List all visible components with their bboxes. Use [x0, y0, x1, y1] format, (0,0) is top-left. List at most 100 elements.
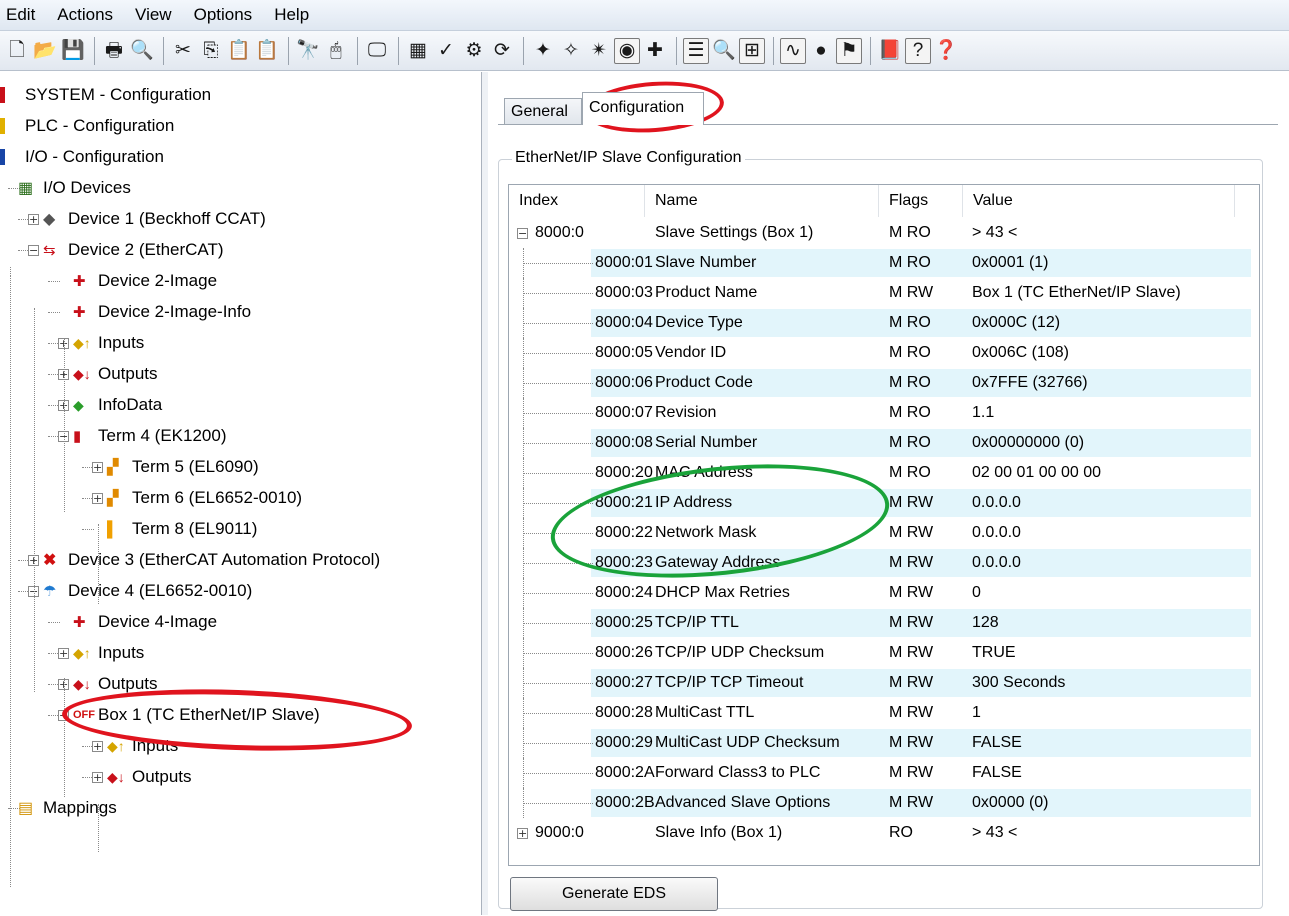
- generate-eds-button[interactable]: Generate EDS: [510, 877, 718, 911]
- tree-item[interactable]: ✚ Device 4-Image: [58, 607, 217, 637]
- tree-item[interactable]: SYSTEM - Configuration: [0, 80, 211, 110]
- table-row[interactable]: 8000:24 DHCP Max Retries M RW 0: [509, 578, 1259, 608]
- menu-help[interactable]: Help: [263, 0, 320, 30]
- menu-actions[interactable]: Actions: [46, 0, 124, 30]
- book-icon[interactable]: 📕: [877, 37, 903, 65]
- expand-icon[interactable]: +: [92, 771, 103, 783]
- tree-item[interactable]: ✚ Device 2-Image-Info: [58, 297, 251, 327]
- collapse-icon[interactable]: −: [28, 244, 39, 256]
- print-icon[interactable]: 🖶: [101, 37, 127, 65]
- expand-icon[interactable]: +: [92, 461, 103, 473]
- collapse-icon[interactable]: −: [517, 228, 528, 239]
- table-row[interactable]: 8000:20 MAC Address M RO 02 00 01 00 00 00: [509, 458, 1259, 488]
- generate-mappings-icon[interactable]: ▦: [405, 37, 431, 65]
- tab-general[interactable]: General: [504, 98, 582, 124]
- tree-item[interactable]: + ◆↓ Outputs: [58, 359, 158, 389]
- copy-icon[interactable]: ⎘: [198, 37, 224, 65]
- table-row[interactable]: 8000:01 Slave Number M RO 0x0001 (1): [509, 248, 1259, 278]
- expand-icon[interactable]: +: [92, 492, 103, 504]
- table-row[interactable]: 8000:2A Forward Class3 to PLC M RW FALSE: [509, 758, 1259, 788]
- table-row[interactable]: 8000:22 Network Mask M RW 0.0.0.0: [509, 518, 1259, 548]
- paste-with-links-icon[interactable]: 📋: [254, 37, 280, 65]
- tree-item[interactable]: + ▞ Term 6 (EL6652-0010): [92, 483, 302, 513]
- cell-name: Network Mask: [655, 524, 757, 541]
- help-topics-icon[interactable]: ❓: [933, 37, 959, 65]
- show-online-icon[interactable]: ◉: [614, 37, 640, 64]
- help-icon[interactable]: ?: [905, 37, 931, 64]
- table-row[interactable]: 8000:06 Product Code M RO 0x7FFE (32766): [509, 368, 1259, 398]
- new-icon[interactable]: 🗋: [4, 37, 30, 65]
- select-target-icon[interactable]: ✚: [642, 37, 668, 65]
- list-view-icon[interactable]: ☰: [683, 37, 709, 64]
- monitor-icon[interactable]: 🖵: [364, 37, 390, 65]
- table-row[interactable]: 8000:29 MultiCast UDP Checksum M RW FALSE: [509, 728, 1259, 758]
- oscilloscope-icon[interactable]: ∿: [780, 37, 806, 64]
- paste-icon[interactable]: 📋: [226, 37, 252, 65]
- table-row[interactable]: 8000:23 Gateway Address M RW 0.0.0.0: [509, 548, 1259, 578]
- find-icon[interactable]: 🔭: [295, 37, 321, 65]
- table-row[interactable]: 8000:08 Serial Number M RO 0x00000000 (0): [509, 428, 1259, 458]
- table-row[interactable]: 8000:07 Revision M RO 1.1: [509, 398, 1259, 428]
- save-icon[interactable]: 💾: [60, 37, 86, 65]
- tree-item[interactable]: − OFF Box 1 (TC EtherNet/IP Slave): [58, 700, 320, 730]
- expand-icon[interactable]: +: [28, 213, 39, 225]
- tree-item[interactable]: + ◆↓ Outputs: [92, 762, 192, 792]
- tree-item[interactable]: + ◆↑ Inputs: [58, 328, 144, 358]
- scan-devices-icon[interactable]: ✧: [558, 37, 584, 65]
- tree-item[interactable]: ▌ Term 8 (EL9011): [92, 514, 257, 544]
- toolbar-separator: [773, 36, 774, 65]
- force-icon[interactable]: ⚑: [836, 37, 862, 64]
- tree-item[interactable]: + ▞ Term 5 (EL6090): [92, 452, 259, 482]
- config-mode-icon[interactable]: ✦: [530, 37, 556, 65]
- print-preview-icon[interactable]: 🔍: [129, 37, 155, 65]
- menu-edit[interactable]: Edit: [0, 0, 46, 30]
- restart-icon[interactable]: ⟳: [489, 37, 515, 65]
- cut-icon[interactable]: ✂: [170, 37, 196, 65]
- tree-item[interactable]: + ◆↑ Inputs: [92, 731, 178, 761]
- expand-icon[interactable]: +: [58, 647, 69, 659]
- column-header-value[interactable]: Value: [963, 185, 1235, 217]
- table-row[interactable]: 8000:27 TCP/IP TCP Timeout M RW 300 Seconds: [509, 668, 1259, 698]
- tree-item[interactable]: ▦ I/O Devices: [18, 173, 131, 203]
- set-breakpoint-icon[interactable]: ●: [808, 37, 834, 65]
- tree-item[interactable]: ✚ Device 2-Image: [58, 266, 217, 296]
- tree-item[interactable]: + ◆↓ Outputs: [58, 669, 158, 699]
- show-sub-items-icon[interactable]: ⊞: [739, 37, 765, 64]
- table-row[interactable]: 8000:04 Device Type M RO 0x000C (12): [509, 308, 1259, 338]
- tree-item[interactable]: − ▮ Term 4 (EK1200): [58, 421, 227, 451]
- toggle-free-run-icon[interactable]: ✴: [586, 37, 612, 65]
- table-row[interactable]: 8000:03 Product Name M RW Box 1 (TC EtherNe…: [509, 278, 1259, 308]
- activate-configuration-icon[interactable]: ⚙: [461, 37, 487, 65]
- tree-item[interactable]: + ◆ InfoData: [58, 390, 162, 420]
- table-row[interactable]: 8000:26 TCP/IP UDP Checksum M RW TRUE: [509, 638, 1259, 668]
- open-icon[interactable]: 📂: [32, 37, 58, 65]
- column-header-name[interactable]: Name: [645, 185, 879, 217]
- table-row[interactable]: −8000:0 Slave Settings (Box 1) M RO > 43 <: [509, 218, 1259, 248]
- tree-item[interactable]: − ☂ Device 4 (EL6652-0010): [28, 576, 252, 606]
- tree-item[interactable]: PLC - Configuration: [0, 111, 174, 141]
- object-list[interactable]: Index Name Flags Value −8000:0 Slave Sett…: [508, 184, 1260, 866]
- tree-item[interactable]: + ◆ Device 1 (Beckhoff CCAT): [28, 204, 266, 234]
- table-row[interactable]: +9000:0 Slave Info (Box 1) RO > 43 <: [509, 818, 1259, 848]
- table-row[interactable]: 8000:28 MultiCast TTL M RW 1: [509, 698, 1259, 728]
- tree-item[interactable]: − ⇆ Device 2 (EtherCAT): [28, 235, 224, 265]
- tab-configuration[interactable]: Configuration: [582, 92, 704, 125]
- expand-icon[interactable]: +: [92, 740, 103, 752]
- check-configuration-icon[interactable]: ✓: [433, 37, 459, 65]
- column-header-index[interactable]: Index: [509, 185, 645, 217]
- table-row[interactable]: 8000:2B Advanced Slave Options M RW 0x0000 …: [509, 788, 1259, 818]
- table-row[interactable]: 8000:21 IP Address M RW 0.0.0.0: [509, 488, 1259, 518]
- tree-item[interactable]: + ✖ Device 3 (EtherCAT Automation Protocol…: [28, 545, 380, 575]
- table-row[interactable]: 8000:05 Vendor ID M RO 0x006C (108): [509, 338, 1259, 368]
- expand-icon[interactable]: +: [517, 828, 528, 839]
- tree-item[interactable]: I/O - Configuration: [0, 142, 164, 172]
- tree-item[interactable]: ▤ Mappings: [18, 793, 117, 823]
- zoom-icon[interactable]: 🔍: [711, 37, 737, 65]
- cell-index: 8000:21: [595, 494, 653, 511]
- menu-view[interactable]: View: [124, 0, 183, 30]
- tree-item[interactable]: + ◆↑ Inputs: [58, 638, 144, 668]
- menu-options[interactable]: Options: [183, 0, 264, 30]
- mouse-icon[interactable]: 🖱: [323, 37, 349, 65]
- column-header-flags[interactable]: Flags: [879, 185, 963, 217]
- table-row[interactable]: 8000:25 TCP/IP TTL M RW 128: [509, 608, 1259, 638]
